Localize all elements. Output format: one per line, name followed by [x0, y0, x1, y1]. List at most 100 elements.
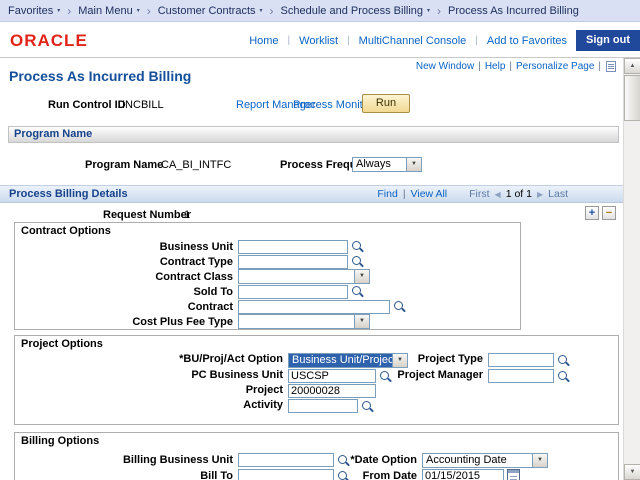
run-button[interactable]: Run	[362, 94, 410, 113]
request-number-label: Request Number	[103, 209, 191, 221]
field-row: Contract Type	[15, 254, 516, 269]
add-row-button[interactable]: +	[585, 206, 599, 220]
program-name-label: Program Name	[85, 159, 163, 171]
copy-url-icon[interactable]	[606, 61, 616, 72]
link-multichannel-console[interactable]: MultiChannel Console	[359, 35, 467, 47]
request-number-value: 1	[184, 209, 190, 221]
vertical-scrollbar[interactable]: ▲ ▼	[623, 58, 640, 480]
previous-page-icon[interactable]: ◀	[495, 190, 501, 199]
project-type-label: Project Type	[355, 353, 488, 365]
program-name-section-header: Program Name	[8, 126, 619, 143]
from-date-label: From Date	[295, 470, 422, 480]
contract-label: Contract	[15, 301, 238, 313]
search-icon[interactable]	[557, 370, 570, 383]
contract-class-value	[239, 270, 354, 283]
search-icon[interactable]	[393, 300, 406, 313]
calendar-icon[interactable]	[507, 469, 520, 480]
breadcrumb-label: Process As Incurred Billing	[448, 5, 579, 17]
scrollbar-thumb[interactable]	[624, 75, 640, 121]
business-unit-input[interactable]	[238, 240, 348, 254]
field-row: Contract	[15, 299, 516, 314]
header-links: Home | Worklist | MultiChannel Console |…	[249, 30, 640, 51]
bu-proj-act-option-label: *BU/Proj/Act Option	[15, 353, 288, 365]
breadcrumb-main-menu[interactable]: Main Menu ▾	[78, 5, 139, 17]
run-control-id-value: INCBILL	[122, 99, 164, 111]
scroll-down-button[interactable]: ▼	[624, 464, 640, 480]
breadcrumb-schedule-process-billing[interactable]: Schedule and Process Billing ▾	[281, 5, 431, 17]
contract-type-label: Contract Type	[15, 256, 238, 268]
field-row: Sold To	[15, 284, 516, 299]
cost-plus-fee-type-value	[239, 315, 354, 328]
breadcrumb-separator-icon: ›	[270, 4, 274, 18]
run-control-id-label: Run Control ID	[48, 99, 126, 111]
field-row: Cost Plus Fee Type ▼	[15, 314, 516, 329]
find-link[interactable]: Find	[377, 188, 397, 200]
new-window-link[interactable]: New Window	[416, 61, 474, 72]
search-icon[interactable]	[351, 240, 364, 253]
search-icon[interactable]	[351, 285, 364, 298]
cost-plus-fee-type-label: Cost Plus Fee Type	[15, 316, 238, 328]
process-billing-details-header: Process Billing Details Find | View All …	[0, 185, 624, 203]
search-icon[interactable]	[361, 400, 374, 413]
date-option-select[interactable]: Accounting Date ▼	[422, 453, 548, 468]
process-frequency-value: Always	[353, 158, 406, 171]
chevron-down-icon: ▼	[532, 454, 547, 467]
project-options-group: Project Options *BU/Proj/Act Option Busi…	[14, 335, 619, 425]
view-all-link[interactable]: View All	[411, 188, 448, 200]
breadcrumb-label: Schedule and Process Billing	[281, 5, 423, 17]
chevron-down-icon: ▾	[427, 7, 430, 14]
project-label: Project	[15, 384, 288, 396]
breadcrumb-favorites[interactable]: Favorites ▾	[8, 5, 60, 17]
billing-options-group: Billing Options Billing Business Unit *D…	[14, 432, 619, 480]
next-page-icon[interactable]: ▶	[537, 190, 543, 199]
row-action-buttons: + −	[585, 206, 616, 220]
first-page-button[interactable]: First	[469, 188, 489, 200]
scroll-up-button[interactable]: ▲	[624, 58, 640, 74]
separator: |	[509, 61, 512, 72]
search-icon[interactable]	[351, 255, 364, 268]
peoplesoft-page: Favorites ▾ › Main Menu ▾ › Customer Con…	[0, 0, 640, 480]
contract-type-input[interactable]	[238, 255, 348, 269]
page-utility-links: New Window | Help | Personalize Page |	[416, 61, 616, 72]
link-add-to-favorites[interactable]: Add to Favorites	[487, 35, 567, 47]
last-page-button[interactable]: Last	[548, 188, 568, 200]
search-icon[interactable]	[557, 354, 570, 367]
separator: |	[475, 35, 478, 46]
chevron-down-icon: ▼	[354, 270, 369, 283]
activity-input[interactable]	[288, 399, 358, 413]
sold-to-label: Sold To	[15, 286, 238, 298]
separator: |	[478, 61, 481, 72]
breadcrumb-separator-icon: ›	[67, 4, 71, 18]
field	[422, 468, 520, 480]
field-rows: Business Unit Contract Type Contract Cla…	[15, 239, 516, 329]
contract-input[interactable]	[238, 300, 390, 314]
sign-out-button[interactable]: Sign out	[576, 30, 640, 51]
chevron-down-icon: ▾	[137, 7, 140, 14]
breadcrumb-customer-contracts[interactable]: Customer Contracts ▾	[158, 5, 263, 17]
project-manager-input[interactable]	[488, 369, 554, 383]
page-indicator: 1 of 1	[506, 188, 532, 200]
contract-class-select[interactable]: ▼	[238, 269, 370, 284]
field-row: Contract Class ▼	[15, 269, 516, 284]
process-frequency-select[interactable]: Always ▼	[352, 157, 422, 172]
breadcrumb-separator-icon: ›	[437, 4, 441, 18]
field-row: Business Unit	[15, 239, 516, 254]
separator: |	[598, 61, 601, 72]
from-date-input[interactable]	[422, 469, 504, 480]
help-link[interactable]: Help	[485, 61, 506, 72]
chevron-down-icon: ▼	[354, 315, 369, 328]
cost-plus-fee-type-select[interactable]: ▼	[238, 314, 370, 329]
process-monitor-link[interactable]: Process Monitor	[293, 99, 372, 111]
project-type-input[interactable]	[488, 353, 554, 367]
contract-class-label: Contract Class	[15, 271, 238, 283]
program-name-value: CA_BI_INTFC	[161, 159, 231, 171]
sold-to-input[interactable]	[238, 285, 348, 299]
project-input[interactable]	[288, 384, 376, 398]
pc-business-unit-label: PC Business Unit	[15, 369, 288, 381]
link-worklist[interactable]: Worklist	[299, 35, 338, 47]
delete-row-button[interactable]: −	[602, 206, 616, 220]
minus-icon: −	[606, 207, 612, 219]
chevron-down-icon: ▼	[406, 158, 421, 171]
link-home[interactable]: Home	[249, 35, 278, 47]
personalize-page-link[interactable]: Personalize Page	[516, 61, 594, 72]
